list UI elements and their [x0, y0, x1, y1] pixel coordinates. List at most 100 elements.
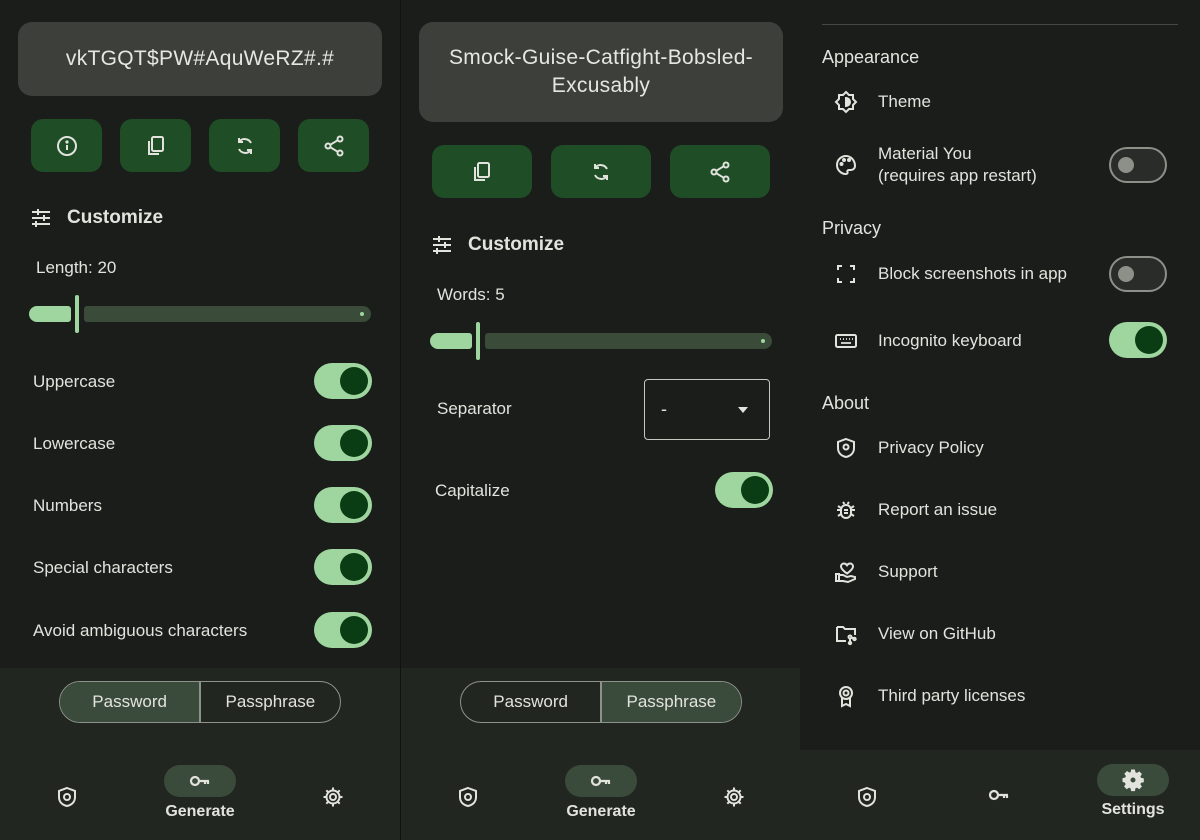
block-screenshots-toggle[interactable]	[1109, 256, 1167, 292]
nav-active-pill	[565, 765, 637, 797]
words-slider[interactable]	[430, 322, 772, 360]
share-icon	[710, 161, 730, 182]
palette-icon	[836, 154, 857, 176]
share-icon	[324, 135, 343, 156]
separator-value: -	[661, 399, 667, 419]
gear-icon	[724, 787, 744, 807]
report-issue-label: Report an issue	[878, 500, 998, 519]
shield-icon	[858, 786, 876, 808]
report-issue-row[interactable]: Report an issue	[800, 495, 1200, 525]
keyboard-icon	[835, 334, 857, 348]
incognito-keyboard-toggle[interactable]	[1109, 322, 1167, 358]
nav-settings[interactable]	[321, 785, 345, 809]
mode-password-button[interactable]: Password	[60, 682, 200, 722]
option-label: Avoid ambiguous characters	[33, 621, 248, 640]
regenerate-button[interactable]	[209, 119, 280, 172]
copy-button[interactable]	[432, 145, 532, 198]
generated-password[interactable]: vkTGQT$PW#AquWeRZ#.#	[18, 22, 382, 96]
regenerate-button[interactable]	[551, 145, 651, 198]
third-party-licenses-row[interactable]: Third party licenses	[800, 681, 1200, 711]
settings-panel: Appearance Theme Material You (requires …	[800, 0, 1200, 840]
support-row[interactable]: Support	[800, 557, 1200, 587]
gear-icon	[323, 787, 343, 807]
dropdown-arrow-icon	[738, 407, 748, 413]
nav-generate-label: Generate	[165, 803, 235, 820]
nav-generate[interactable]: Generate	[164, 765, 236, 821]
bottom-bar: Password Passphrase Generate	[401, 668, 801, 840]
generated-passphrase[interactable]: Smock-Guise-Catfight-Bobsled-Excusably	[419, 22, 783, 122]
nav-vault[interactable]	[55, 785, 79, 809]
numbers-toggle[interactable]	[314, 487, 372, 523]
lowercase-toggle[interactable]	[314, 425, 372, 461]
material-you-toggle[interactable]	[1109, 147, 1167, 183]
theme-row[interactable]: Theme	[800, 86, 1200, 118]
slider-handle[interactable]	[476, 322, 480, 360]
material-you-label: Material You	[878, 144, 972, 163]
refresh-icon	[594, 163, 608, 180]
option-label: Lowercase	[33, 434, 116, 453]
nav-active-pill	[1097, 764, 1169, 796]
option-label: Numbers	[33, 496, 102, 515]
copy-icon	[474, 161, 490, 181]
bottom-bar: Password Passphrase Generate	[0, 668, 400, 840]
view-github-row[interactable]: View on GitHub	[800, 619, 1200, 649]
mode-segmented-control[interactable]: Password Passphrase	[59, 681, 341, 723]
passphrase-generator-panel: Smock-Guise-Catfight-Bobsled-Excusably C…	[400, 0, 801, 840]
slider-handle[interactable]	[75, 295, 79, 333]
nav-vault[interactable]	[855, 785, 879, 809]
key-icon	[590, 775, 611, 787]
share-button[interactable]	[670, 145, 770, 198]
mode-password-button[interactable]: Password	[461, 682, 600, 722]
block-screenshots-label: Block screenshots in app	[878, 264, 1067, 283]
nav-settings[interactable]	[722, 785, 746, 809]
copy-icon	[147, 135, 164, 155]
length-slider[interactable]	[29, 295, 371, 333]
third-party-licenses-label: Third party licenses	[878, 686, 1026, 705]
mode-passphrase-button[interactable]: Passphrase	[601, 682, 741, 722]
customize-label: Customize	[67, 207, 164, 228]
support-heart-hand-icon	[835, 562, 856, 584]
option-label: Uppercase	[33, 372, 116, 391]
privacy-header: Privacy	[822, 218, 882, 238]
nav-generate[interactable]	[987, 783, 1011, 807]
privacy-policy-row[interactable]: Privacy Policy	[800, 433, 1200, 463]
share-button[interactable]	[298, 119, 369, 172]
refresh-icon	[237, 137, 252, 154]
copy-button[interactable]	[120, 119, 191, 172]
gear-icon	[1122, 769, 1144, 792]
theme-icon	[834, 90, 858, 114]
appearance-header: Appearance	[822, 47, 920, 67]
separator-dropdown[interactable]: -	[644, 379, 770, 440]
avoid-ambiguous-toggle[interactable]	[314, 612, 372, 648]
info-icon	[56, 135, 77, 156]
password-generator-panel: vkTGQT$PW#AquWeRZ#.# Customize Length: 2…	[0, 0, 400, 840]
capitalize-label: Capitalize	[435, 481, 510, 500]
option-label: Special characters	[33, 558, 173, 577]
customize-header: Customize	[430, 233, 564, 257]
privacy-policy-label: Privacy Policy	[878, 438, 984, 457]
nav-generate[interactable]: Generate	[565, 765, 637, 821]
key-icon	[988, 789, 1009, 801]
shield-icon	[58, 786, 76, 808]
shield-icon	[459, 786, 477, 808]
customize-label: Customize	[468, 234, 565, 255]
fullscreen-icon	[837, 265, 855, 283]
customize-header: Customize	[29, 206, 163, 230]
about-header: About	[822, 393, 870, 413]
length-label: Length: 20	[36, 258, 117, 277]
license-badge-icon	[839, 686, 853, 708]
tune-icon	[433, 236, 451, 254]
capitalize-toggle[interactable]	[715, 472, 773, 508]
special-characters-toggle[interactable]	[314, 549, 372, 585]
info-button[interactable]	[31, 119, 102, 172]
key-icon	[189, 775, 210, 787]
mode-segmented-control[interactable]: Password Passphrase	[460, 681, 742, 723]
material-you-sublabel: (requires app restart)	[878, 166, 1037, 185]
nav-vault[interactable]	[456, 785, 480, 809]
nav-settings[interactable]: Settings	[1097, 764, 1169, 819]
uppercase-toggle[interactable]	[314, 363, 372, 399]
tune-icon	[32, 209, 50, 227]
mode-passphrase-button[interactable]: Passphrase	[201, 682, 340, 722]
bottom-nav: Settings	[800, 750, 1200, 840]
words-label: Words: 5	[437, 285, 505, 304]
